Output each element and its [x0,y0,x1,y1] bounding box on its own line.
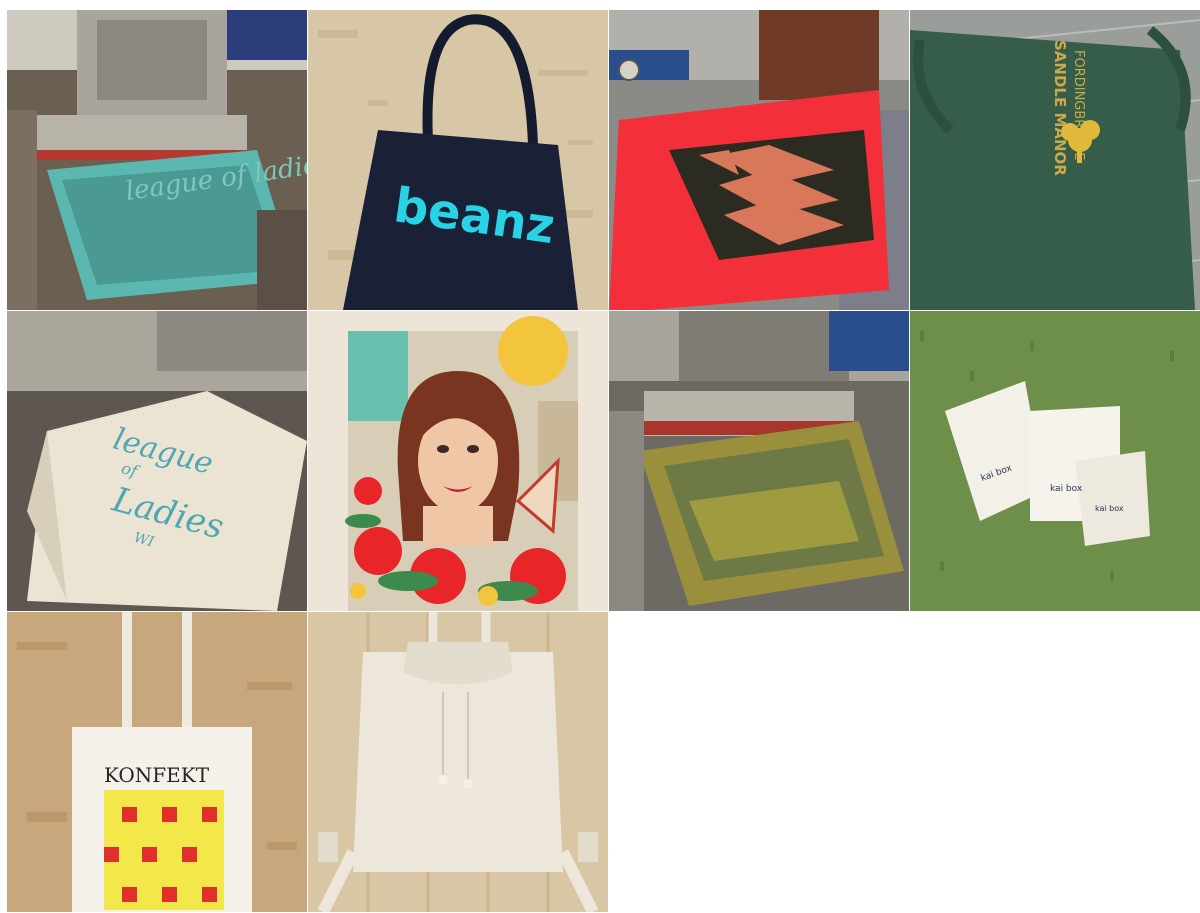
photo-portrait [308,311,608,611]
photo-tile-portrait[interactable] [308,311,608,611]
photo-tile-drawstring-bags[interactable]: kai box kai box kai box [910,311,1200,611]
photo-tile-green-tote[interactable]: FORDINGBRIDGE SANDLE MANOR [910,10,1200,310]
print-text: KONFEKT [104,763,210,787]
photo-beanz-tote: beanz [308,10,608,310]
photo-backpack [308,612,608,912]
photo-tile-konfekt-tote[interactable]: KONFEKT [7,612,307,912]
print-text: kai box [1095,504,1124,513]
photo-tile-league-tote[interactable]: league of Ladies WI [7,311,307,611]
photo-chevron-screen [609,10,909,310]
photo-konfekt-tote: KONFEKT [7,612,307,912]
photo-green-tote: FORDINGBRIDGE SANDLE MANOR [910,10,1200,310]
print-text: kai box [1050,484,1083,494]
print-line: SANDLE MANOR [1051,40,1069,176]
photo-tile-beanz-tote[interactable]: beanz [308,10,608,310]
photo-yellow-screen [609,311,909,611]
photo-tile-backpack[interactable] [308,612,608,912]
photo-tile-screen-print-league[interactable]: league of ladies [7,10,307,310]
photo-tile-chevron-screen[interactable] [609,10,909,310]
photo-drawstring-bags: kai box kai box kai box [910,311,1200,611]
photo-tile-yellow-screen[interactable] [609,311,909,611]
photo-league-tote: league of Ladies WI [7,311,307,611]
photo-grid: league of ladies beanz FORDINGBRIDGE SAN… [7,10,1200,913]
photo-screen-print-league: league of ladies [7,10,307,310]
